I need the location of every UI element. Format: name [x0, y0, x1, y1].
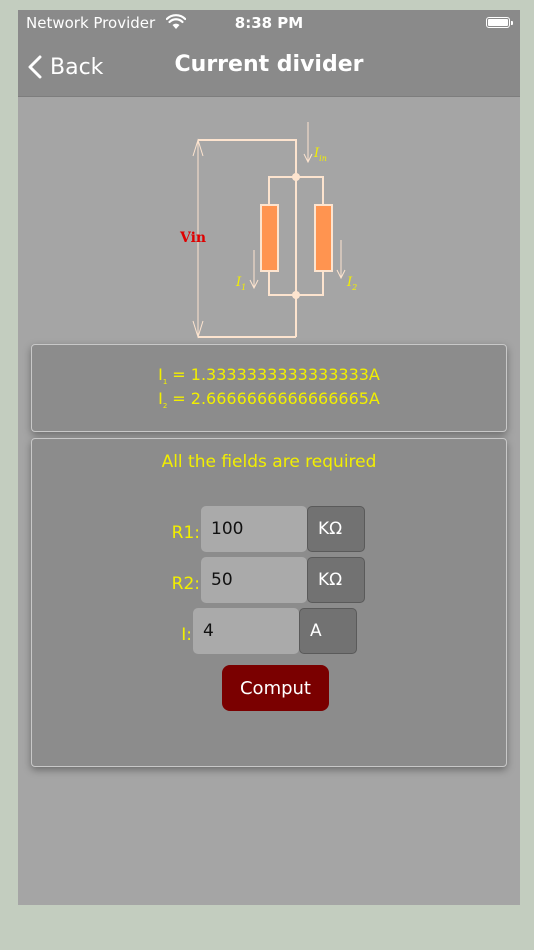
- vin-label: Vin: [179, 230, 206, 246]
- resistor-r2: [314, 204, 333, 272]
- r2-unit-selector[interactable]: KΩ: [307, 557, 365, 603]
- required-note: All the fields are required: [161, 452, 377, 472]
- i2-arrow: [336, 240, 346, 280]
- top-junction: [292, 173, 300, 181]
- result-i1: I1 = 1.3333333333333333A: [32, 365, 506, 386]
- r1-unit-selector[interactable]: KΩ: [307, 506, 365, 552]
- app-screen: Network Provider 8:38 PM Back Current di…: [18, 10, 520, 905]
- input-form-panel: All the fields are required R1: 100 KΩ R…: [31, 438, 507, 767]
- r1-input[interactable]: 100: [201, 506, 307, 552]
- iin-label: Iin: [313, 146, 327, 163]
- i-unit-selector[interactable]: A: [299, 608, 357, 654]
- result-i2-sub: 2: [162, 402, 168, 411]
- i1-arrow: [249, 250, 259, 290]
- i2-label: I2: [346, 275, 357, 292]
- current-divider-diagram: Vin Iin I1 I2: [179, 122, 357, 339]
- r2-input[interactable]: 50: [201, 557, 307, 603]
- result-i1-value: = 1.3333333333333333A: [172, 365, 380, 384]
- i-input[interactable]: 4: [193, 608, 299, 654]
- iin-arrow: [303, 122, 313, 164]
- page-title: Current divider: [174, 52, 364, 77]
- result-panel: I1 = 1.3333333333333333A I2 = 2.6666666666…: [31, 344, 507, 432]
- result-i2-value: = 2.6666666666666665A: [172, 389, 380, 408]
- comput-button[interactable]: Comput: [222, 665, 329, 711]
- r1-label: R1:: [171, 523, 200, 543]
- i-label: I:: [181, 625, 192, 645]
- i1-label: I1: [235, 275, 246, 292]
- result-i1-sub: 1: [162, 378, 168, 387]
- status-time: 8:38 PM: [234, 14, 304, 32]
- navigation-bar: Network Provider 8:38 PM Back Current di…: [18, 10, 520, 97]
- resistor-r1: [260, 204, 279, 272]
- battery-icon: [486, 17, 513, 28]
- result-i2: I2 = 2.6666666666666665A: [32, 389, 506, 410]
- bottom-junction: [292, 291, 300, 299]
- r2-label: R2:: [171, 574, 200, 594]
